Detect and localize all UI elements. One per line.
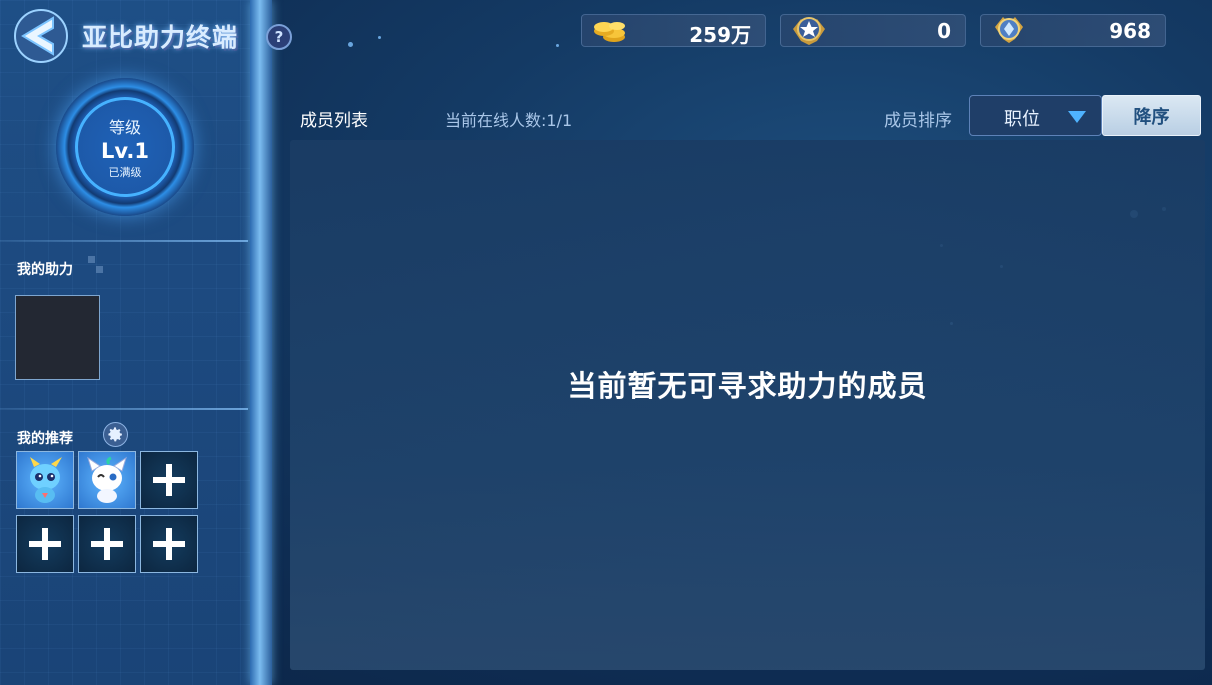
star-medal-icon <box>793 17 825 45</box>
recommend-slot-pet[interactable] <box>16 451 74 509</box>
member-list-title: 成员列表 <box>300 111 368 131</box>
level-value: Lv.1 <box>101 139 149 163</box>
level-status: 已满级 <box>108 166 142 179</box>
recommend-slot-add[interactable] <box>78 515 136 573</box>
panel-edge <box>250 0 272 685</box>
level-badge: 等级 Lv.1 已满级 <box>56 78 194 216</box>
gold-value: 259万 <box>689 23 751 47</box>
resource-honor: 968 <box>980 14 1166 47</box>
resource-gold: 259万 <box>581 14 766 47</box>
level-label: 等级 <box>108 118 141 137</box>
medal-icon <box>995 17 1023 43</box>
member-list-panel: 当前暂无可寻求助力的成员 <box>290 140 1205 670</box>
white-pet-icon <box>87 456 127 503</box>
plus-icon <box>153 464 185 496</box>
badge-value: 0 <box>937 19 951 43</box>
my-assist-title: 我的助力 <box>17 262 73 278</box>
recommend-slot-add[interactable] <box>140 515 198 573</box>
sort-label: 成员排序 <box>884 111 952 131</box>
divider <box>0 240 248 242</box>
sort-dropdown[interactable]: 职位 <box>969 95 1102 136</box>
back-button[interactable] <box>6 6 76 66</box>
recommend-slot-pet[interactable] <box>78 451 136 509</box>
plus-icon <box>29 528 61 560</box>
divider <box>0 408 248 410</box>
my-assist-slot[interactable] <box>15 295 100 380</box>
order-button[interactable]: 降序 <box>1102 95 1201 136</box>
sort-value: 职位 <box>1004 109 1040 130</box>
app-title: 亚比助力终端 <box>82 23 239 52</box>
dropdown-arrow-icon <box>1068 111 1086 123</box>
recommend-slot-add[interactable] <box>140 451 198 509</box>
back-arrow-icon <box>14 9 68 63</box>
coins-icon <box>594 22 625 42</box>
honor-value: 968 <box>1109 19 1151 43</box>
resource-badge: 0 <box>780 14 966 47</box>
my-recommend-title: 我的推荐 <box>17 431 73 447</box>
recommend-slot-add[interactable] <box>16 515 74 573</box>
gear-icon <box>108 427 122 442</box>
help-button[interactable]: ? <box>266 24 292 50</box>
blue-pet-icon <box>30 457 62 503</box>
deco-square <box>88 256 95 263</box>
plus-icon <box>91 528 123 560</box>
plus-icon <box>153 528 185 560</box>
deco-square <box>96 266 103 273</box>
recommend-settings-button[interactable] <box>103 422 128 447</box>
online-count: 当前在线人数:1/1 <box>445 111 573 130</box>
empty-message: 当前暂无可寻求助力的成员 <box>567 369 928 403</box>
left-panel: 等级 Lv.1 已满级 我的助力 我的推荐 <box>0 0 270 685</box>
